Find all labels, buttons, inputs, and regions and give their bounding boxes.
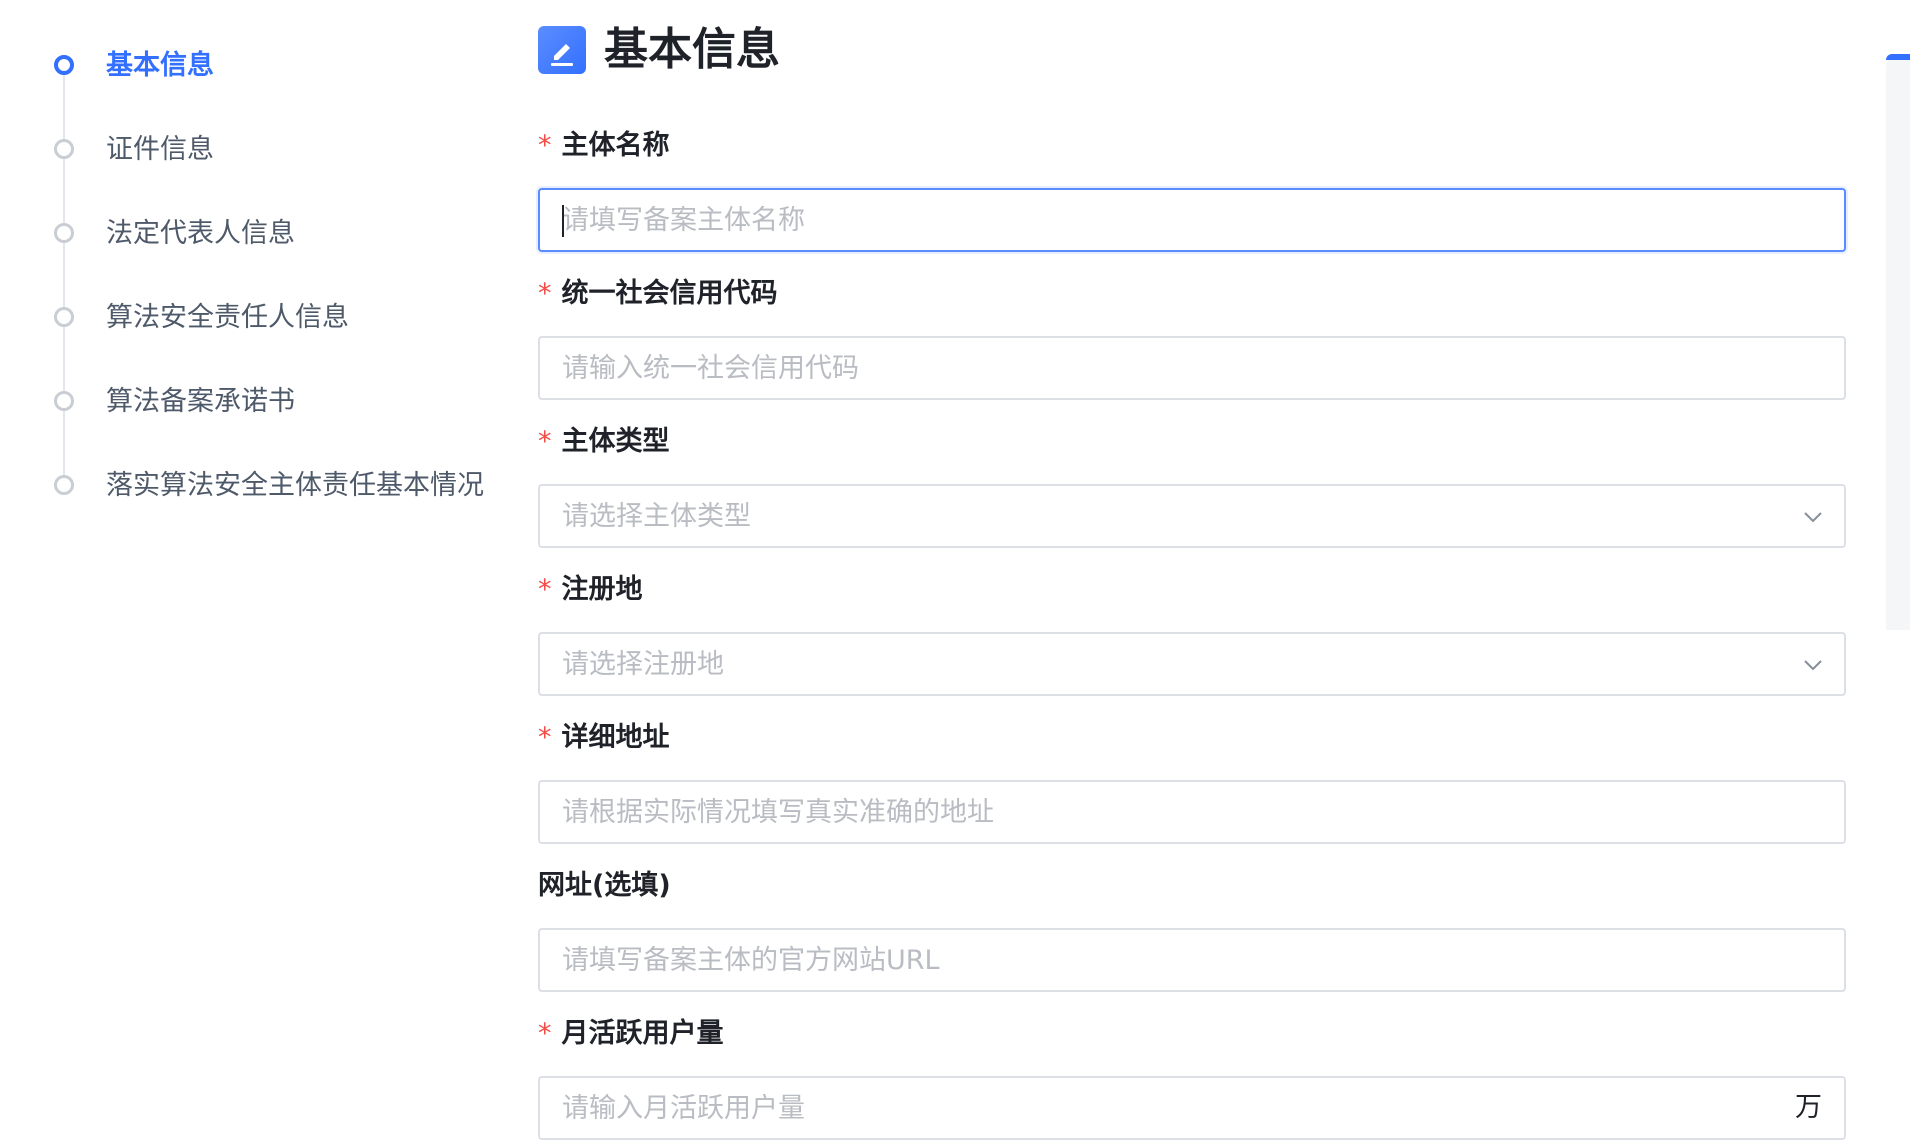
entity-type-select-input[interactable]	[562, 486, 1762, 546]
credit-code-input[interactable]	[562, 338, 1762, 398]
entity-name-input[interactable]	[562, 190, 1762, 250]
field-label: * 主体类型	[538, 424, 670, 460]
entity-name-input-box[interactable]	[538, 188, 1846, 252]
step-label: 算法安全责任人信息	[106, 302, 349, 333]
field-label-text: 统一社会信用代码	[561, 278, 778, 309]
required-mark: *	[538, 574, 552, 605]
unit-suffix: 万	[1795, 1092, 1822, 1123]
website-input-box[interactable]	[538, 928, 1846, 992]
required-mark: *	[538, 130, 552, 161]
address-input[interactable]	[562, 782, 1762, 842]
mau-input-box[interactable]: 万	[538, 1076, 1846, 1140]
field-label-text: 网址(选填)	[538, 870, 671, 901]
field-label: * 统一社会信用代码	[538, 276, 778, 312]
section-title: 基本信息	[604, 24, 780, 75]
step-security-responsibility[interactable]: 落实算法安全主体责任基本情况	[0, 464, 520, 504]
field-label: * 月活跃用户量	[538, 1016, 724, 1052]
step-dot	[54, 391, 74, 411]
step-label: 证件信息	[106, 134, 214, 165]
step-dot	[54, 223, 74, 243]
chevron-down-icon[interactable]	[1802, 654, 1824, 680]
registered-place-select-input[interactable]	[562, 634, 1762, 694]
entity-type-select[interactable]	[538, 484, 1846, 548]
required-mark: *	[538, 722, 552, 753]
side-panel-accent	[1886, 54, 1910, 60]
edit-icon	[538, 26, 586, 74]
address-input-box[interactable]	[538, 780, 1846, 844]
required-mark: *	[538, 426, 552, 457]
field-label-text: 主体名称	[561, 130, 670, 161]
step-dot	[54, 139, 74, 159]
steps-nav: 基本信息 证件信息 法定代表人信息 算法安全责任人信息 算法备案承诺书 落实算法…	[0, 0, 520, 600]
step-label: 算法备案承诺书	[106, 386, 295, 417]
field-label-text: 详细地址	[561, 722, 670, 753]
field-label: 网址(选填)	[538, 868, 671, 904]
field-label: * 主体名称	[538, 128, 670, 164]
step-label: 法定代表人信息	[106, 218, 295, 249]
step-legal-rep-info[interactable]: 法定代表人信息	[0, 212, 520, 252]
side-panel-edge	[1886, 54, 1910, 630]
step-label: 落实算法安全主体责任基本情况	[106, 470, 484, 501]
step-dot	[54, 307, 74, 327]
field-label-text: 主体类型	[561, 426, 670, 457]
required-mark: *	[538, 278, 552, 309]
mau-input[interactable]	[562, 1078, 1762, 1138]
field-label-text: 注册地	[561, 574, 643, 605]
field-label: * 详细地址	[538, 720, 670, 756]
step-label: 基本信息	[106, 50, 214, 81]
step-dot	[54, 475, 74, 495]
required-mark: *	[538, 1018, 552, 1049]
step-filing-commitment[interactable]: 算法备案承诺书	[0, 380, 520, 420]
field-label: * 注册地	[538, 572, 643, 608]
credit-code-input-box[interactable]	[538, 336, 1846, 400]
step-basic-info[interactable]: 基本信息	[0, 44, 520, 84]
registered-place-select[interactable]	[538, 632, 1846, 696]
field-label-text: 月活跃用户量	[561, 1018, 724, 1049]
text-caret	[562, 205, 564, 237]
chevron-down-icon[interactable]	[1802, 506, 1824, 532]
step-certificate-info[interactable]: 证件信息	[0, 128, 520, 168]
website-input[interactable]	[562, 930, 1762, 990]
step-algorithm-security-officer[interactable]: 算法安全责任人信息	[0, 296, 520, 336]
step-dot-active	[54, 55, 74, 75]
